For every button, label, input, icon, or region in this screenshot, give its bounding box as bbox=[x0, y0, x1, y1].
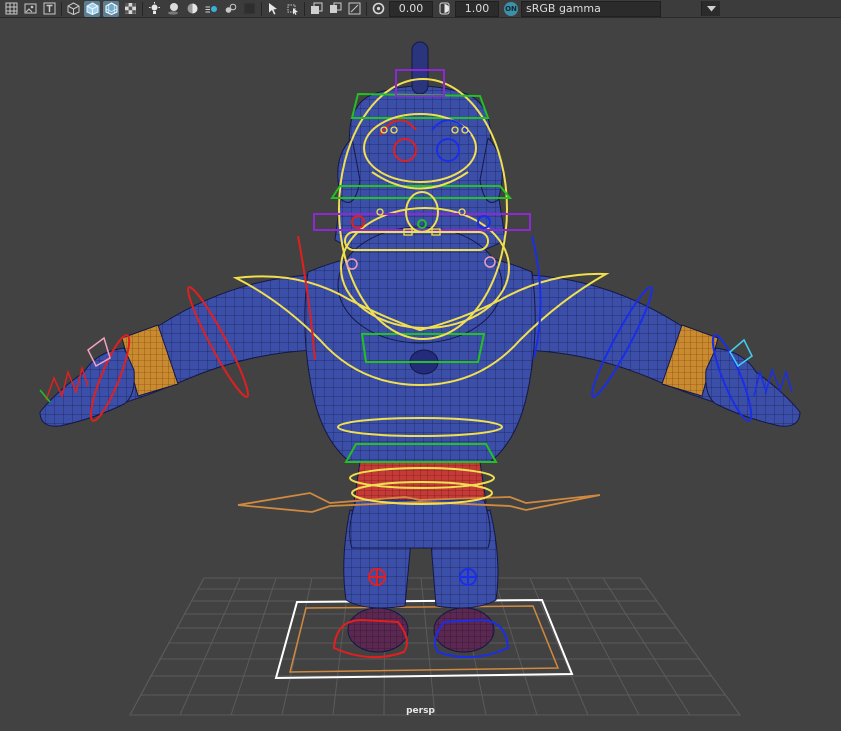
viewport-toolbar: 0.00 1.00 ON sRGB gamma bbox=[0, 0, 841, 18]
exposure-field[interactable]: 0.00 bbox=[389, 0, 433, 17]
panel-layout-icon[interactable] bbox=[308, 1, 324, 17]
viewport-scene[interactable] bbox=[0, 18, 841, 731]
color-space-select[interactable]: sRGB gamma bbox=[521, 0, 661, 17]
chevron-down-icon bbox=[706, 5, 716, 11]
color-space-dropdown-button[interactable] bbox=[701, 1, 720, 16]
toolbar-separator bbox=[142, 1, 143, 16]
resolution-gate-icon[interactable] bbox=[346, 1, 362, 17]
camera-name-label: persp bbox=[406, 706, 435, 716]
grid-icon[interactable] bbox=[3, 1, 19, 17]
gamma-field[interactable]: 1.00 bbox=[455, 0, 499, 17]
isolate-select-icon[interactable] bbox=[265, 1, 281, 17]
camera-attributes-icon[interactable] bbox=[327, 1, 343, 17]
motion-blur-icon[interactable] bbox=[203, 1, 219, 17]
ambient-occlusion-icon[interactable] bbox=[184, 1, 200, 17]
lights-icon[interactable] bbox=[146, 1, 162, 17]
character-mesh[interactable] bbox=[39, 41, 801, 653]
toolbar-separator bbox=[61, 1, 62, 16]
image-plane-icon[interactable] bbox=[22, 1, 38, 17]
xray-icon[interactable] bbox=[241, 1, 257, 17]
wireframe-on-shaded-icon[interactable] bbox=[103, 0, 119, 17]
anti-alias-icon[interactable] bbox=[222, 1, 238, 17]
view-transform-toggle[interactable]: ON bbox=[504, 1, 518, 16]
shaded-cube-icon[interactable] bbox=[84, 0, 100, 17]
toolbar-separator bbox=[261, 1, 262, 16]
shadows-icon[interactable] bbox=[165, 1, 181, 17]
textured-icon[interactable] bbox=[122, 1, 138, 17]
exposure-icon[interactable] bbox=[370, 1, 386, 17]
toolbar-separator bbox=[304, 1, 305, 16]
select-tool-icon[interactable] bbox=[284, 1, 300, 17]
toolbar-separator bbox=[366, 1, 367, 16]
gamma-icon[interactable] bbox=[436, 1, 452, 17]
wireframe-cube-icon[interactable] bbox=[65, 1, 81, 17]
text-icon[interactable] bbox=[41, 1, 57, 17]
placement-control[interactable] bbox=[289, 605, 560, 673]
3d-viewport[interactable]: persp bbox=[0, 18, 841, 731]
